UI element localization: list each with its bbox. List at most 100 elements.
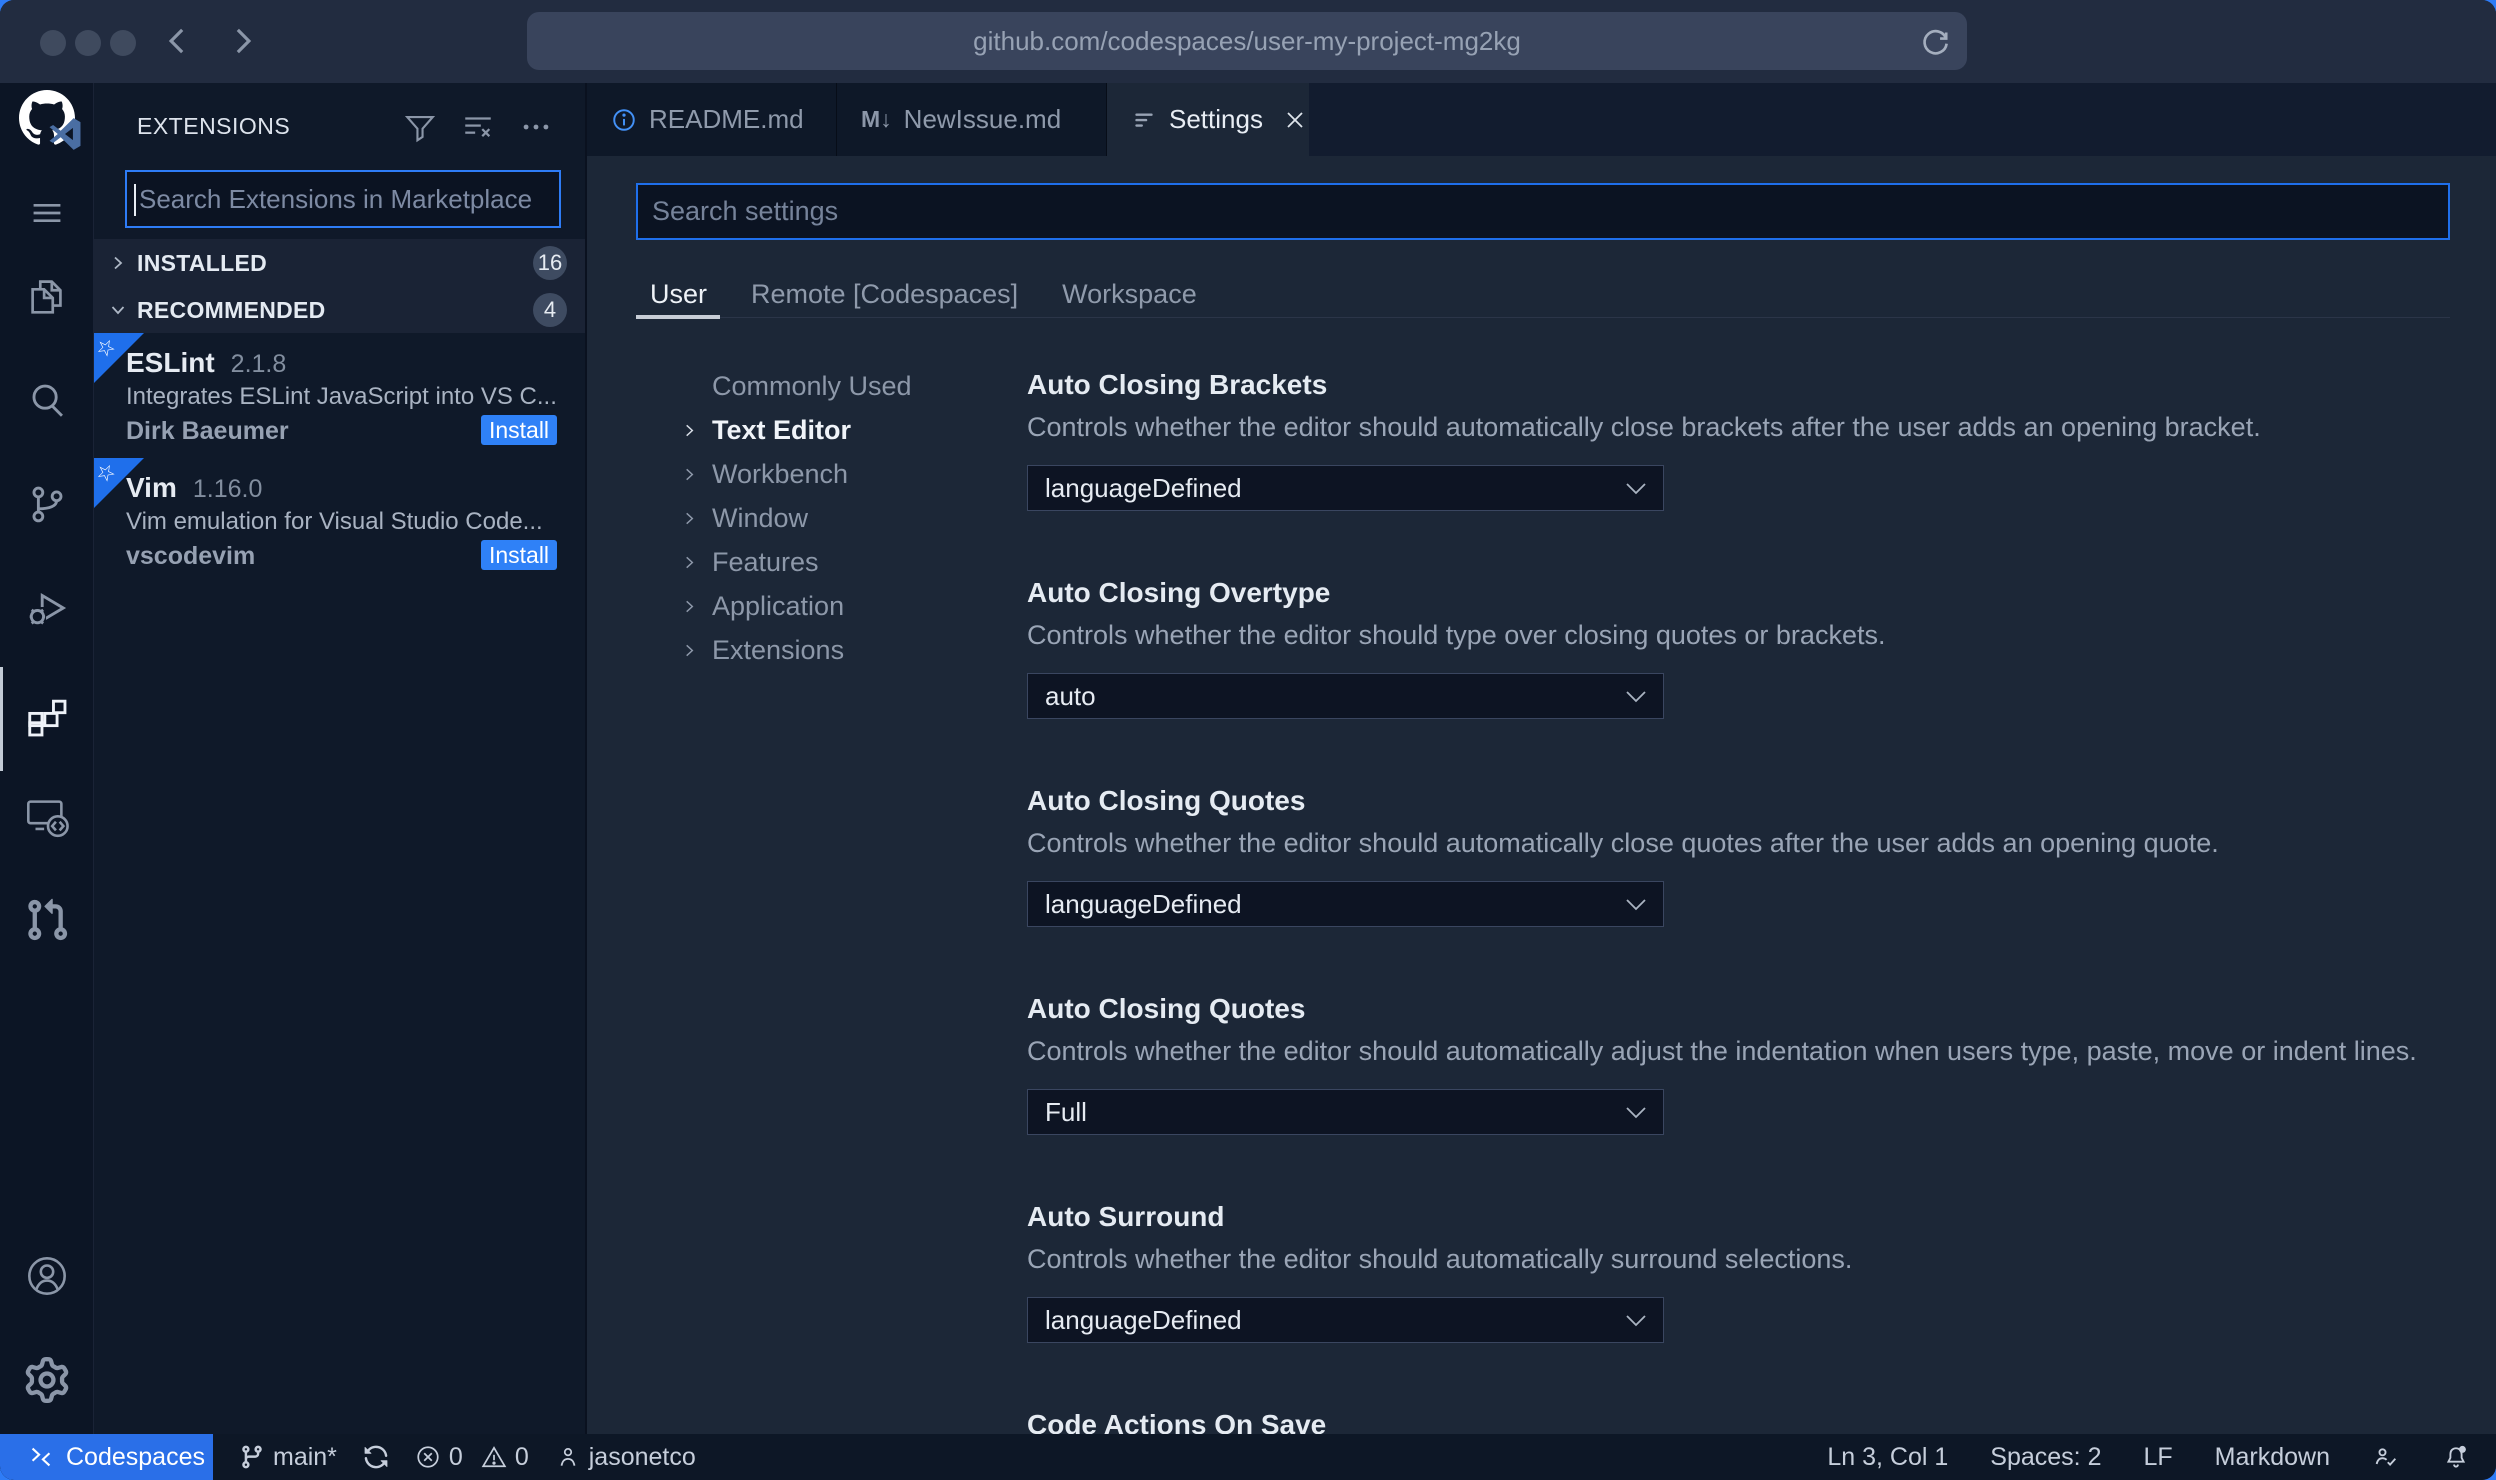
extension-version: 1.16.0 [192,475,263,503]
remote-icon [26,1442,56,1472]
scope-tab-user[interactable]: User [650,279,707,310]
recommended-count-badge: 4 [533,293,567,327]
extension-description: Vim emulation for Visual Studio Code... [126,508,543,535]
setting-description: Controls whether the editor should autom… [1027,1244,1853,1274]
setting-dropdown[interactable]: languageDefined [1027,1297,1664,1343]
indentation[interactable]: Spaces: 2 [1990,1443,2101,1472]
setting-title: Auto Closing Overtype [1027,577,1331,608]
dropdown-value: languageDefined [1045,472,1242,503]
extension-description: Integrates ESLint JavaScript into VS C..… [126,383,557,410]
address-bar[interactable]: github.com/codespaces/user-my-project-mg… [527,12,1967,70]
setting-description: Controls whether the editor should type … [1027,620,1886,650]
sync-status[interactable] [363,1444,389,1470]
scope-tab-workspace[interactable]: Workspace [1062,279,1197,310]
window-minimize-button[interactable] [75,30,101,56]
url-text: github.com/codespaces/user-my-project-mg… [973,25,1521,56]
settings-search-box[interactable] [636,183,2450,240]
setting-dropdown[interactable]: Full [1027,1089,1664,1135]
chevron-down-icon [1625,1314,1647,1328]
main-area: EXTENSIONS Search Extensions in Marketpl… [0,83,2496,1434]
toc-item-features[interactable]: Features [682,540,1027,584]
codespaces-label: Codespaces [66,1442,205,1471]
toc-item-commonly-used[interactable]: Commonly Used [682,364,1027,408]
toc-item-extensions[interactable]: Extensions [682,628,1027,672]
toc-item-text-editor[interactable]: Text Editor [682,408,1027,452]
more-actions-icon[interactable] [519,110,553,144]
extension-item-eslint[interactable]: ☆ ESLint 2.1.8 Integrates ESLint JavaScr… [90,332,585,458]
setting-title: Code Actions On Save [1027,1409,1327,1434]
info-icon [611,107,637,133]
chevron-down-icon [1625,898,1647,912]
close-icon[interactable] [1283,108,1307,132]
dropdown-value: auto [1045,680,1096,711]
dropdown-value: languageDefined [1045,1304,1242,1335]
run-debug-icon[interactable] [24,585,70,631]
tab-newissue[interactable]: M↓ NewIssue.md [837,83,1107,156]
source-control-icon[interactable] [24,481,70,527]
menu-icon[interactable] [24,190,70,236]
tab-label: Settings [1169,104,1263,134]
search-icon[interactable] [24,377,70,423]
tab-readme[interactable]: README.md [587,83,837,156]
activity-bar [0,83,94,1434]
setting-description: Controls whether the editor should autom… [1027,828,2219,858]
dropdown-value: Full [1045,1096,1087,1127]
tab-settings[interactable]: Settings [1107,83,1309,156]
window-close-button[interactable] [40,30,66,56]
section-recommended[interactable]: RECOMMENDED 4 [94,287,585,333]
refresh-icon[interactable] [1919,25,1951,57]
remote-explorer-icon[interactable] [24,793,70,839]
setting-auto-closing-quotes: Auto Closing Quotes Controls whether the… [1027,780,2457,927]
toc-item-application[interactable]: Application [682,584,1027,628]
setting-title: Auto Closing Quotes [1027,993,1306,1024]
problems-status[interactable]: 0 0 [415,1443,529,1472]
cursor-position[interactable]: Ln 3, Col 1 [1827,1443,1948,1472]
setting-description: Controls whether the editor should autom… [1027,1036,2417,1066]
install-button[interactable]: Install [481,540,557,570]
feedback-icon[interactable] [2372,1443,2400,1471]
install-button[interactable]: Install [481,415,557,445]
account-icon[interactable] [24,1253,70,1299]
codespaces-remote-button[interactable]: Codespaces [0,1434,213,1480]
tab-label: NewIssue.md [903,104,1062,134]
extension-version: 2.1.8 [230,350,287,378]
chevron-right-icon [682,598,712,614]
setting-dropdown[interactable]: languageDefined [1027,881,1664,927]
user-status[interactable]: jasonetco [555,1443,696,1472]
notifications-bell-icon[interactable] [2442,1443,2470,1471]
toc-item-window[interactable]: Window [682,496,1027,540]
extensions-search-input[interactable] [127,172,559,226]
setting-auto-indent: Auto Closing Quotes Controls whether the… [1027,988,2457,1135]
chevron-right-icon [682,510,712,526]
clear-search-results-icon[interactable] [461,110,495,144]
explorer-icon[interactable] [24,273,70,319]
scope-tab-remote[interactable]: Remote [Codespaces] [751,279,1018,310]
extension-item-vim[interactable]: ☆ Vim 1.16.0 Vim emulation for Visual St… [90,457,585,583]
browser-back-icon[interactable] [160,22,198,60]
settings-toc: Commonly Used Text Editor Workbench Wind… [682,364,1027,672]
filter-icon[interactable] [403,110,437,144]
branch-status[interactable]: main* [239,1443,337,1472]
settings-gear-icon[interactable] [24,1357,70,1403]
extensions-search-box[interactable] [125,170,561,228]
chevron-down-icon [110,302,126,318]
toc-item-workbench[interactable]: Workbench [682,452,1027,496]
setting-dropdown[interactable]: auto [1027,673,1664,719]
active-scope-indicator [636,315,720,319]
browser-forward-icon[interactable] [222,22,260,60]
settings-search-input[interactable] [638,185,2448,238]
window-zoom-button[interactable] [110,30,136,56]
extensions-icon[interactable] [24,694,70,740]
setting-auto-closing-brackets: Auto Closing Brackets Controls whether t… [1027,364,2457,511]
language-mode[interactable]: Markdown [2215,1443,2330,1472]
error-count: 0 [448,1442,463,1471]
chevron-right-icon [110,255,126,271]
warnings-icon [481,1444,507,1470]
setting-title: Auto Surround [1027,1201,1225,1232]
setting-dropdown[interactable]: languageDefined [1027,465,1664,511]
pull-requests-icon[interactable] [24,897,70,943]
eol-sequence[interactable]: LF [2143,1443,2172,1472]
setting-title: Auto Closing Quotes [1027,785,1306,816]
section-installed[interactable]: INSTALLED 16 [94,239,585,287]
extensions-sidebar: EXTENSIONS Search Extensions in Marketpl… [90,83,587,1434]
